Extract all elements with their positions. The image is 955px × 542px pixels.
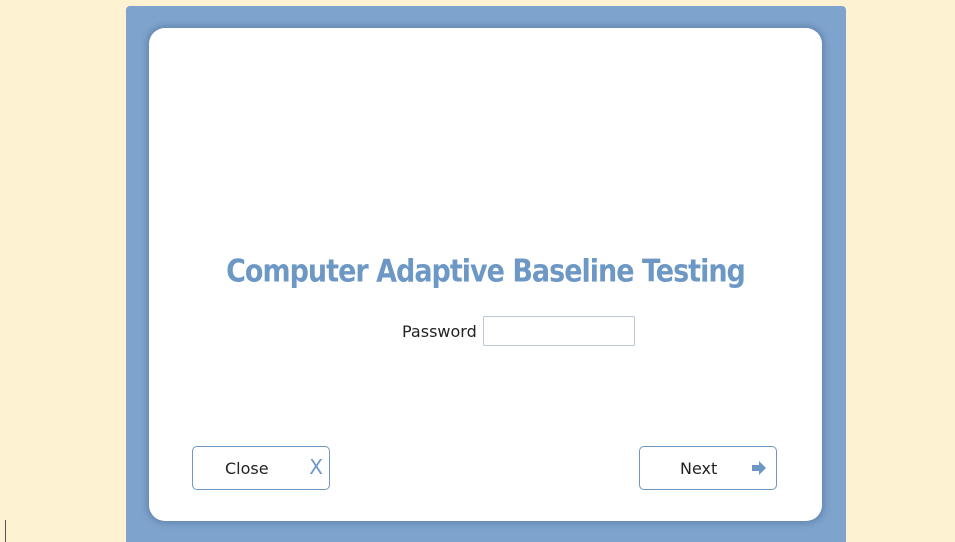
page-title: Computer Adaptive Baseline Testing bbox=[226, 253, 746, 290]
password-label: Password bbox=[402, 321, 477, 341]
close-button-label: Close bbox=[225, 458, 269, 478]
close-x-icon: X bbox=[309, 455, 323, 479]
next-button-label: Next bbox=[680, 458, 718, 478]
password-row: Password bbox=[402, 314, 635, 348]
dialog-frame: Computer Adaptive Baseline Testing Passw… bbox=[126, 6, 846, 542]
dialog-panel: Computer Adaptive Baseline Testing Passw… bbox=[149, 28, 822, 521]
edge-marker bbox=[5, 520, 6, 542]
arrow-right-icon bbox=[752, 461, 766, 475]
password-field[interactable] bbox=[482, 316, 635, 346]
close-button[interactable]: Close X bbox=[192, 446, 330, 490]
next-button[interactable]: Next bbox=[639, 446, 777, 490]
